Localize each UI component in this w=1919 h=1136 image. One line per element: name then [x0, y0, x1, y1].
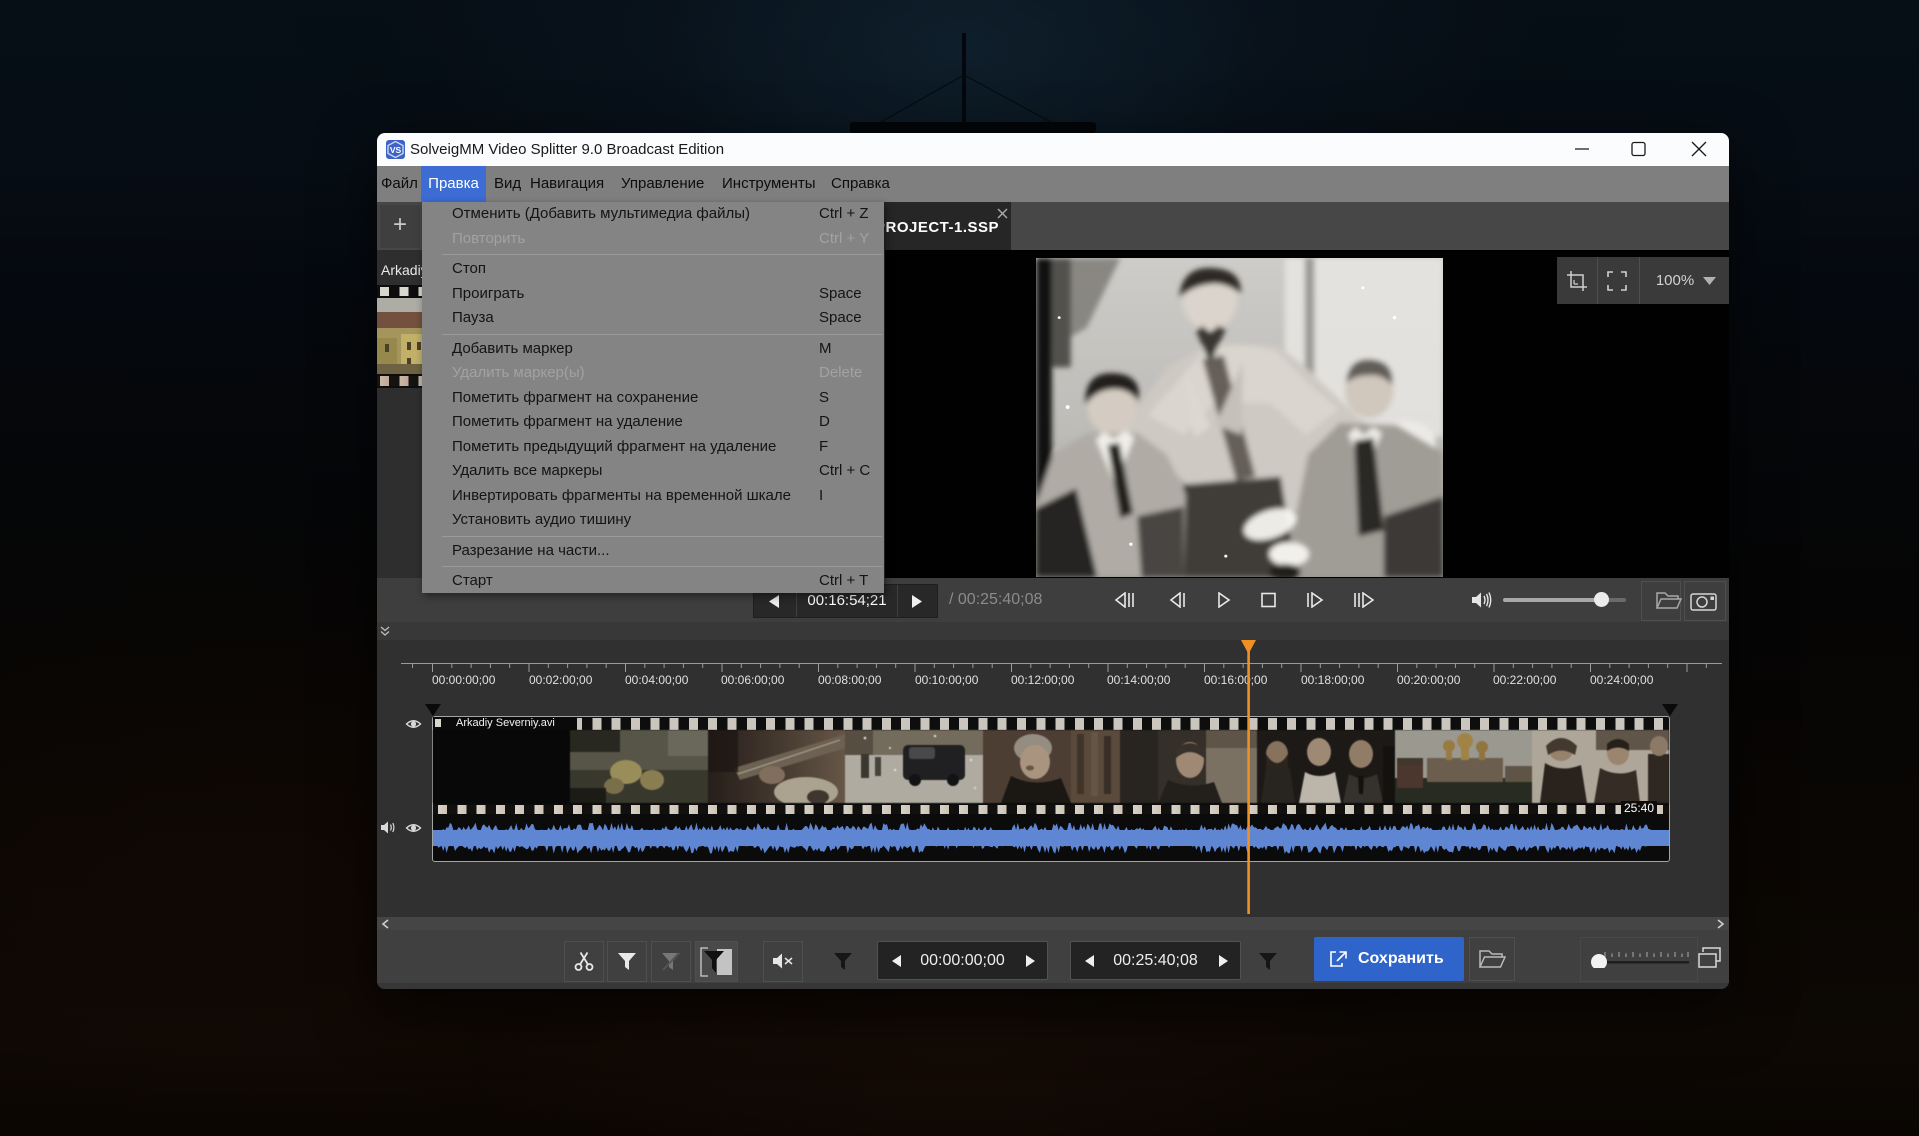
svg-text:VS: VS: [390, 145, 402, 155]
